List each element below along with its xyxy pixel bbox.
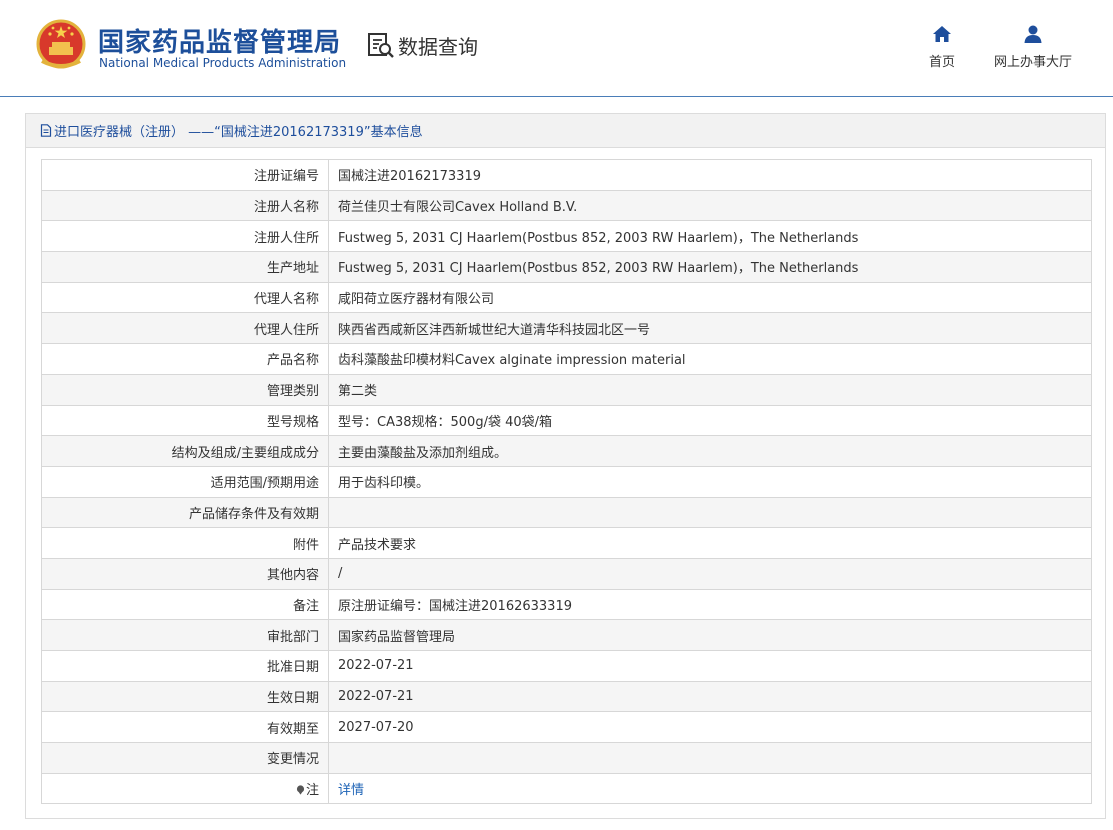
table-row: 审批部门 国家药品监督管理局 bbox=[41, 619, 1092, 651]
pin-icon bbox=[296, 785, 305, 795]
field-label: 适用范围/预期用途 bbox=[41, 465, 329, 498]
field-label: 型号规格 bbox=[41, 404, 329, 437]
data-query-label: 数据查询 bbox=[398, 34, 478, 59]
field-value: 荷兰佳贝士有限公司Cavex Holland B.V. bbox=[328, 189, 1092, 222]
brand-name-cn: 国家药品监督管理局 bbox=[98, 28, 342, 58]
panel-header: 进口医疗器械（注册） ——“国械注进20162173319”基本信息 bbox=[26, 114, 1105, 148]
table-row: 注册证编号 国械注进20162173319 bbox=[41, 159, 1092, 191]
panel-title: 进口医疗器械（注册） ——“国械注进20162173319”基本信息 bbox=[54, 125, 423, 140]
table-row: 代理人名称 咸阳荷立医疗器材有限公司 bbox=[41, 281, 1092, 314]
field-label: 产品储存条件及有效期 bbox=[41, 496, 329, 529]
field-label: 代理人名称 bbox=[41, 281, 329, 314]
table-row: 批准日期 2022-07-21 bbox=[41, 650, 1092, 682]
field-value: 详情 bbox=[328, 772, 1092, 805]
table-row: 管理类别 第二类 bbox=[41, 373, 1092, 406]
field-value: 国械注进20162173319 bbox=[328, 159, 1092, 191]
field-label: 注册人住所 bbox=[41, 220, 329, 253]
field-label: 生效日期 bbox=[41, 680, 329, 713]
field-value: 国家药品监督管理局 bbox=[328, 619, 1092, 651]
field-value: 用于齿科印模。 bbox=[328, 465, 1092, 498]
nav-home[interactable]: 首页 bbox=[922, 24, 962, 70]
field-label: 附件 bbox=[41, 527, 329, 559]
table-row: 注 详情 bbox=[41, 772, 1092, 805]
field-label: 注册证编号 bbox=[41, 159, 329, 191]
field-label: 注 bbox=[41, 772, 329, 805]
info-table: 注册证编号 国械注进20162173319 注册人名称 荷兰佳贝士有限公司Cavex… bbox=[41, 159, 1092, 805]
field-value: 咸阳荷立医疗器材有限公司 bbox=[328, 281, 1092, 314]
field-label: 变更情况 bbox=[41, 742, 329, 774]
national-emblem-icon bbox=[36, 19, 86, 69]
table-row: 注册人住所 Fustweg 5, 2031 CJ Haarlem(Postbus … bbox=[41, 220, 1092, 253]
field-label: 注册人名称 bbox=[41, 189, 329, 222]
table-row: 生效日期 2022-07-21 bbox=[41, 680, 1092, 713]
nav-online-hall-label: 网上办事大厅 bbox=[993, 55, 1072, 70]
field-value: 产品技术要求 bbox=[328, 527, 1092, 559]
table-row: 变更情况 bbox=[41, 742, 1092, 774]
field-value: Fustweg 5, 2031 CJ Haarlem(Postbus 852, … bbox=[328, 220, 1092, 253]
table-row: 产品储存条件及有效期 bbox=[41, 496, 1092, 529]
field-value bbox=[328, 496, 1092, 529]
field-value: 主要由藻酸盐及添加剂组成。 bbox=[328, 435, 1092, 467]
field-value: Fustweg 5, 2031 CJ Haarlem(Postbus 852, … bbox=[328, 251, 1092, 283]
field-label: 结构及组成/主要组成成分 bbox=[41, 435, 329, 467]
table-row: 附件 产品技术要求 bbox=[41, 527, 1092, 559]
nav-online-hall[interactable]: 网上办事大厅 bbox=[988, 24, 1078, 70]
field-value: 型号：CA38规格：500g/袋 40袋/箱 bbox=[328, 404, 1092, 437]
field-value: 原注册证编号：国械注进20162633319 bbox=[328, 588, 1092, 621]
field-value: 2022-07-21 bbox=[328, 680, 1092, 713]
table-row: 注册人名称 荷兰佳贝士有限公司Cavex Holland B.V. bbox=[41, 189, 1092, 222]
field-label: 产品名称 bbox=[41, 343, 329, 375]
field-value: / bbox=[328, 557, 1092, 590]
table-row: 产品名称 齿科藻酸盐印模材料Cavex alginate impression m… bbox=[41, 343, 1092, 375]
field-label: 其他内容 bbox=[41, 557, 329, 590]
document-icon bbox=[40, 124, 52, 137]
table-row: 代理人住所 陕西省西咸新区沣西新城世纪大道清华科技园北区一号 bbox=[41, 312, 1092, 345]
field-value: 齿科藻酸盐印模材料Cavex alginate impression mater… bbox=[328, 343, 1092, 375]
table-row: 适用范围/预期用途 用于齿科印模。 bbox=[41, 465, 1092, 498]
document-search-icon bbox=[368, 33, 394, 58]
home-icon bbox=[933, 26, 951, 42]
field-value bbox=[328, 742, 1092, 774]
field-label: 批准日期 bbox=[41, 650, 329, 682]
field-value: 第二类 bbox=[328, 373, 1092, 406]
user-icon bbox=[1024, 25, 1042, 43]
field-value: 2022-07-21 bbox=[328, 650, 1092, 682]
field-value: 陕西省西咸新区沣西新城世纪大道清华科技园北区一号 bbox=[328, 312, 1092, 345]
brand-name-en: National Medical Products Administration bbox=[99, 56, 347, 70]
table-row: 有效期至 2027-07-20 bbox=[41, 711, 1092, 744]
field-label: 备注 bbox=[41, 588, 329, 621]
details-link[interactable]: 详情 bbox=[338, 783, 364, 798]
note-label: 注 bbox=[305, 783, 319, 799]
field-label: 有效期至 bbox=[41, 711, 329, 744]
nav-home-label: 首页 bbox=[928, 55, 955, 70]
table-row: 生产地址 Fustweg 5, 2031 CJ Haarlem(Postbus 8… bbox=[41, 251, 1092, 283]
field-label: 代理人住所 bbox=[41, 312, 329, 345]
table-row: 备注 原注册证编号：国械注进20162633319 bbox=[41, 588, 1092, 621]
info-panel: 进口医疗器械（注册） ——“国械注进20162173319”基本信息 注册证编号… bbox=[25, 113, 1106, 819]
table-row: 其他内容 / bbox=[41, 557, 1092, 590]
field-label: 审批部门 bbox=[41, 619, 329, 651]
field-value: 2027-07-20 bbox=[328, 711, 1092, 744]
data-query-link[interactable]: 数据查询 bbox=[366, 30, 478, 60]
site-header: 国家药品监督管理局 National Medical Products Admi… bbox=[0, 0, 1113, 97]
field-label: 管理类别 bbox=[41, 373, 329, 406]
field-label: 生产地址 bbox=[41, 251, 329, 283]
table-row: 结构及组成/主要组成成分 主要由藻酸盐及添加剂组成。 bbox=[41, 435, 1092, 467]
table-row: 型号规格 型号：CA38规格：500g/袋 40袋/箱 bbox=[41, 404, 1092, 437]
